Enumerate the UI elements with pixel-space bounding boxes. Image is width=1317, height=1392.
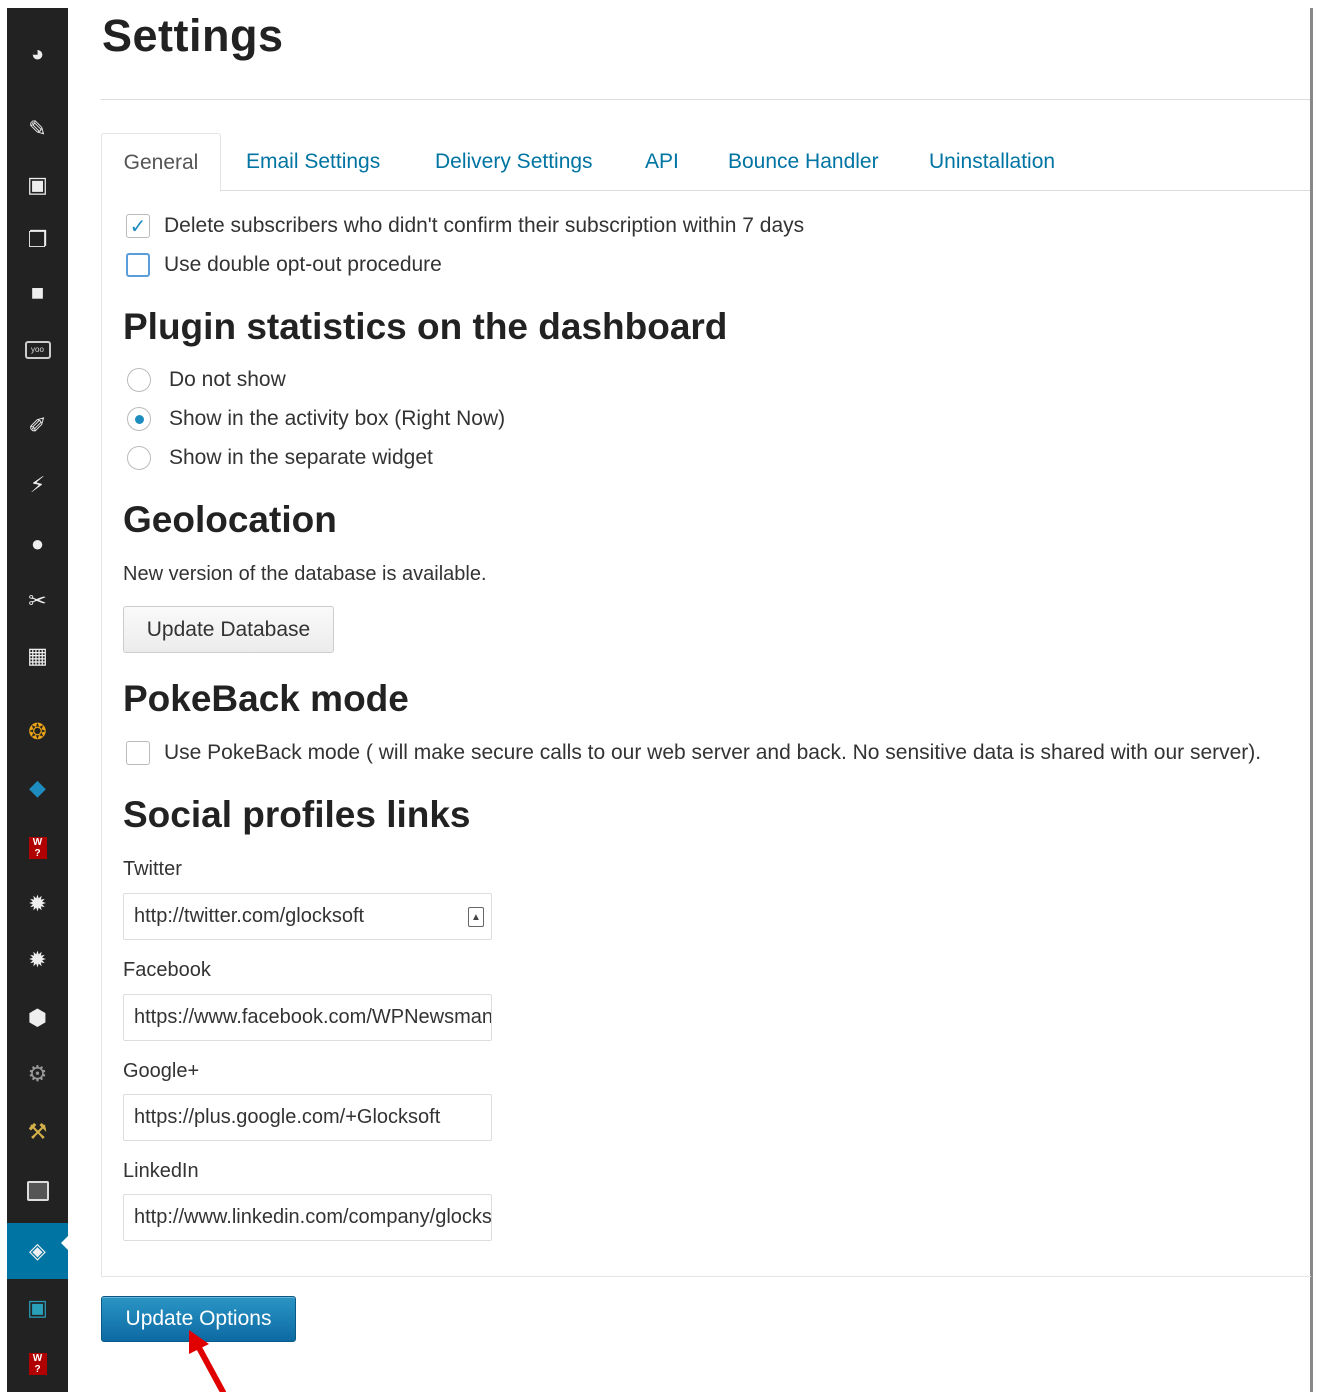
pin-icon[interactable]: ✎ <box>7 109 68 149</box>
tab-general[interactable]: General <box>101 133 221 192</box>
shield-icon[interactable]: ⬢ <box>7 998 68 1038</box>
newsletter-icon[interactable]: ◈ <box>7 1223 68 1279</box>
double-optout-row: Use double opt-out procedure <box>126 253 442 277</box>
page-title: Settings <box>102 10 284 61</box>
stats-option-widget[interactable]: Show in the separate widget <box>127 446 433 470</box>
appearance-icon[interactable]: ✐ <box>7 406 68 446</box>
radio-label: Show in the activity box (Right Now) <box>169 407 506 430</box>
pokeback-label: Use PokeBack mode ( will make secure cal… <box>164 741 1262 764</box>
delete-unconfirmed-row: ✓ Delete subscribers who didn't confirm … <box>126 214 804 238</box>
plugin-diamond-icon[interactable]: ◆ <box>7 768 68 808</box>
double-optout-checkbox[interactable] <box>126 253 150 277</box>
radio-button[interactable] <box>127 368 151 392</box>
facebook-value: https://www.facebook.com/WPNewsman <box>134 1006 492 1028</box>
stats-heading: Plugin statistics on the dashboard <box>123 306 728 347</box>
annotation-arrow-icon <box>189 1330 226 1392</box>
radio-dot <box>134 414 144 424</box>
delete-unconfirmed-label: Delete subscribers who didn't confirm th… <box>164 214 805 237</box>
users-icon[interactable]: ● <box>7 524 68 564</box>
linkedin-input[interactable]: http://www.linkedin.com/company/glocksof… <box>123 1194 492 1241</box>
pokeback-heading: PokeBack mode <box>123 678 409 719</box>
twitter-value: http://twitter.com/glocksoft <box>134 905 365 927</box>
wp-badge-icon[interactable]: W? <box>7 1344 68 1384</box>
update-database-button[interactable]: Update Database <box>123 606 334 653</box>
tab-api[interactable]: API <box>645 133 679 190</box>
contact-card-icon[interactable]: ▲ <box>468 907 484 927</box>
yoo-icon[interactable]: yoo <box>7 330 68 370</box>
linkedin-label: LinkedIn <box>123 1160 199 1182</box>
linkedin-value: http://www.linkedin.com/company/glocksof… <box>134 1206 492 1228</box>
twitter-label: Twitter <box>123 858 182 880</box>
book-icon[interactable]: ▣ <box>7 1288 68 1328</box>
settings-icon[interactable]: ▦ <box>7 636 68 676</box>
plugins-icon[interactable]: ⚡ <box>7 465 68 505</box>
network-icon[interactable]: ⚙ <box>7 1054 68 1094</box>
media-icon[interactable]: ▣ <box>7 165 68 205</box>
tab-uninstallation[interactable]: Uninstallation <box>929 133 1055 190</box>
google-value: https://plus.google.com/+Glocksoft <box>134 1106 441 1128</box>
tab-email-settings[interactable]: Email Settings <box>246 133 380 190</box>
title-divider <box>101 99 1310 100</box>
plugin-orange-icon[interactable]: ❂ <box>7 712 68 752</box>
radio-button[interactable] <box>127 446 151 470</box>
dashboard-icon[interactable]: ◕ <box>7 34 68 74</box>
twitter-input[interactable]: http://twitter.com/glocksoft ▲ <box>123 893 492 940</box>
delete-unconfirmed-checkbox[interactable]: ✓ <box>126 214 150 238</box>
radio-label: Do not show <box>169 368 286 391</box>
facebook-input[interactable]: https://www.facebook.com/WPNewsman <box>123 994 492 1041</box>
radio-button[interactable] <box>127 407 151 431</box>
geolocation-text: New version of the database is available… <box>123 563 487 585</box>
radio-label: Show in the separate widget <box>169 446 433 469</box>
social-heading: Social profiles links <box>123 794 471 835</box>
wp-badge-icon[interactable]: W? <box>7 828 68 868</box>
gear-icon[interactable]: ✹ <box>7 940 68 980</box>
double-optout-label: Use double opt-out procedure <box>164 253 442 276</box>
tab-delivery-settings[interactable]: Delivery Settings <box>435 133 593 190</box>
tools-icon[interactable]: ✂ <box>7 581 68 621</box>
stats-option-hide[interactable]: Do not show <box>127 368 286 392</box>
geolocation-heading: Geolocation <box>123 499 337 540</box>
comments-icon[interactable]: ■ <box>7 273 68 313</box>
pokeback-row: Use PokeBack mode ( will make secure cal… <box>126 741 1261 765</box>
tab-bounce-handler[interactable]: Bounce Handler <box>728 133 879 190</box>
pokeback-checkbox[interactable] <box>126 741 150 765</box>
tabs-divider <box>101 190 1310 191</box>
admin-sidebar: ◕ ✎ ▣ ❐ ■ yoo ✐ ⚡ ● ✂ ▦ ❂ ◆ W? ✹ ✹ ⬢ ⚙ ⚒… <box>7 8 68 1392</box>
google-input[interactable]: https://plus.google.com/+Glocksoft <box>123 1094 492 1141</box>
archive-icon[interactable] <box>7 1171 68 1211</box>
gear-icon[interactable]: ✹ <box>7 884 68 924</box>
hammer-icon[interactable]: ⚒ <box>7 1112 68 1152</box>
facebook-label: Facebook <box>123 959 211 981</box>
stats-option-activity-box[interactable]: Show in the activity box (Right Now) <box>127 407 505 431</box>
pages-icon[interactable]: ❐ <box>7 220 68 260</box>
google-label: Google+ <box>123 1060 200 1082</box>
